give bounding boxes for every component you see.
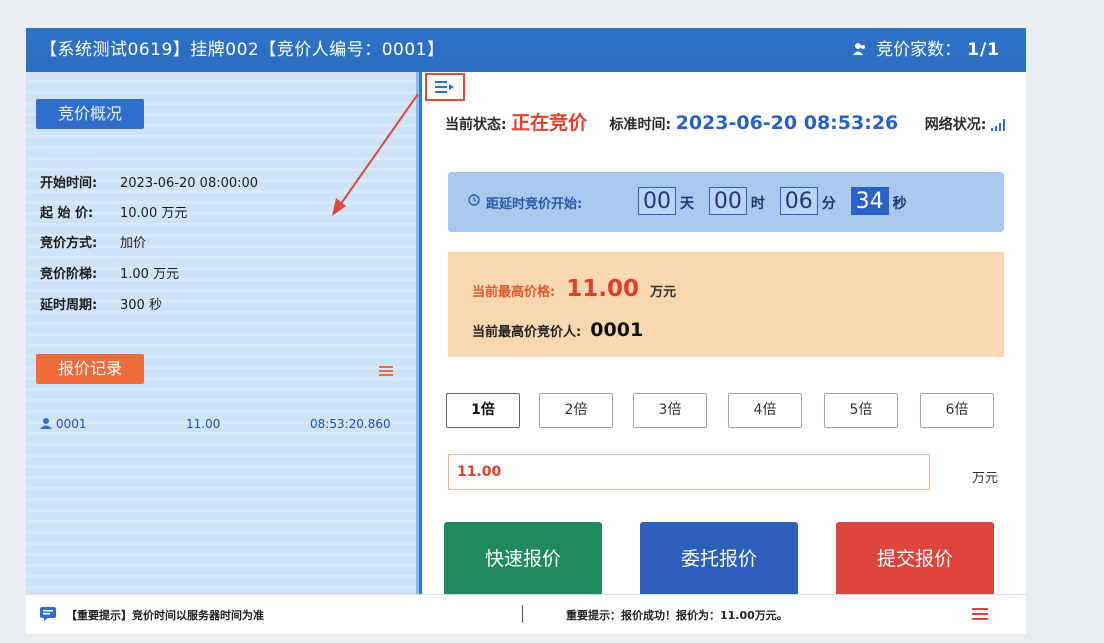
divider: [522, 605, 523, 623]
standard-time: 2023-06-20 08:53:26: [675, 112, 899, 134]
info-label: 起 始 价:: [40, 206, 94, 221]
info-value: 300 秒: [120, 298, 162, 313]
minutes-unit: 分: [821, 196, 836, 212]
user-icon: [40, 418, 52, 429]
countdown-digits: 00 天 00 时 06 分 34 秒: [638, 187, 917, 215]
highest-price-label: 当前最高价格:: [472, 285, 556, 300]
info-value: 2023-06-20 08:00:00: [120, 176, 259, 191]
highest-price-unit: 万元: [650, 285, 677, 300]
record-price: 11.00: [186, 417, 221, 431]
record-time: 08:53:20.860: [310, 417, 391, 431]
highest-bid-panel: 当前最高价格: 11.00 万元 当前最高价竞价人: 0001: [448, 252, 1004, 357]
auction-window: 【系统测试0619】挂牌002【竞价人编号：0001】 竞价家数： 1/1 竞价概…: [26, 28, 1026, 634]
info-delay-period: 延时周期: 300 秒: [40, 294, 162, 313]
info-label: 开始时间:: [40, 176, 98, 191]
quick-bid-button[interactable]: 快速报价: [444, 522, 602, 600]
annotation-arrow: [332, 93, 419, 216]
seconds-unit: 秒: [892, 196, 907, 212]
multiplier-2x-button[interactable]: 2倍: [539, 393, 613, 428]
bid-price-unit: 万元: [972, 471, 999, 486]
signal-icon: [990, 119, 1005, 131]
highest-bidder-value: 0001: [590, 319, 644, 341]
right-panel: 当前状态: 正在竞价 标准时间: 2023-06-20 08:53:26 网络状…: [422, 72, 1026, 620]
state-value: 正在竞价: [511, 112, 588, 134]
clock-icon: [468, 194, 480, 206]
days-unit: 天: [680, 196, 694, 212]
entrust-bid-button[interactable]: 委托报价: [640, 522, 798, 600]
info-value: 10.00 万元: [120, 206, 188, 221]
bidders-icon: [852, 43, 865, 55]
multiplier-4x-button[interactable]: 4倍: [728, 393, 802, 428]
countdown-hours: 00: [708, 187, 747, 215]
countdown-seconds: 34: [850, 187, 889, 215]
bottom-notice-bar: 【重要提示】竞价时间以服务器时间为准 重要提示：报价成功！报价为：11.00万元…: [26, 594, 1026, 634]
bid-price-input[interactable]: 11.00: [448, 454, 930, 490]
highest-bidder-row: 当前最高价竞价人: 0001: [472, 319, 643, 341]
state-label: 当前状态:: [445, 117, 507, 133]
highest-price-row: 当前最高价格: 11.00 万元: [472, 276, 676, 302]
countdown-days: 00: [638, 187, 676, 215]
bid-result-message: 重要提示：报价成功！报价为：11.00万元。: [566, 609, 788, 622]
title-bar: 【系统测试0619】挂牌002【竞价人编号：0001】 竞价家数： 1/1: [26, 28, 1026, 72]
time-label: 标准时间:: [609, 117, 672, 133]
multiplier-5x-button[interactable]: 5倍: [824, 393, 898, 428]
info-start-price: 起 始 价: 10.00 万元: [40, 202, 187, 221]
record-bidder-id: 0001: [56, 417, 87, 431]
message-icon: [40, 607, 56, 621]
highest-bidder-label: 当前最高价竞价人:: [472, 325, 582, 340]
info-value: 加价: [120, 236, 147, 251]
window-title: 【系统测试0619】挂牌002【竞价人编号：0001】: [40, 40, 445, 60]
countdown-minutes: 06: [779, 187, 818, 215]
record-bidder: 0001: [40, 417, 87, 431]
countdown-label: 距延时竞价开始:: [486, 197, 583, 212]
hours-unit: 时: [750, 196, 765, 212]
info-label: 竞价方式:: [40, 236, 98, 251]
tab-overview[interactable]: 竞价概况: [36, 99, 144, 129]
multiplier-3x-button[interactable]: 3倍: [633, 393, 707, 428]
submit-bid-button[interactable]: 提交报价: [836, 522, 994, 600]
bidder-count-label: 竞价家数：: [876, 40, 962, 60]
status-line: 当前状态: 正在竞价 标准时间: 2023-06-20 08:53:26 网络状…: [445, 108, 1007, 135]
info-start-time: 开始时间: 2023-06-20 08:00:00: [40, 172, 258, 191]
info-bid-method: 竞价方式: 加价: [40, 232, 146, 251]
info-label: 竞价阶梯:: [40, 267, 98, 282]
info-label: 延时周期:: [40, 298, 98, 313]
info-value: 1.00 万元: [120, 267, 180, 282]
countdown-panel: 距延时竞价开始: 00 天 00 时 06 分 34 秒: [448, 172, 1004, 232]
info-bid-step: 竞价阶梯: 1.00 万元: [40, 263, 179, 282]
highest-price-value: 11.00: [566, 276, 640, 302]
list-icon[interactable]: [379, 366, 393, 376]
tab-bid-records[interactable]: 报价记录: [36, 354, 144, 384]
multiplier-1x-button[interactable]: 1倍: [446, 393, 520, 428]
list-icon[interactable]: [972, 608, 988, 620]
bidder-count-value: 1/1: [967, 40, 1000, 60]
bidder-count: 竞价家数： 1/1: [852, 28, 1000, 72]
multiplier-6x-button[interactable]: 6倍: [920, 393, 994, 428]
network-label: 网络状况:: [924, 117, 987, 133]
server-time-notice: 【重要提示】竞价时间以服务器时间为准: [66, 609, 264, 622]
